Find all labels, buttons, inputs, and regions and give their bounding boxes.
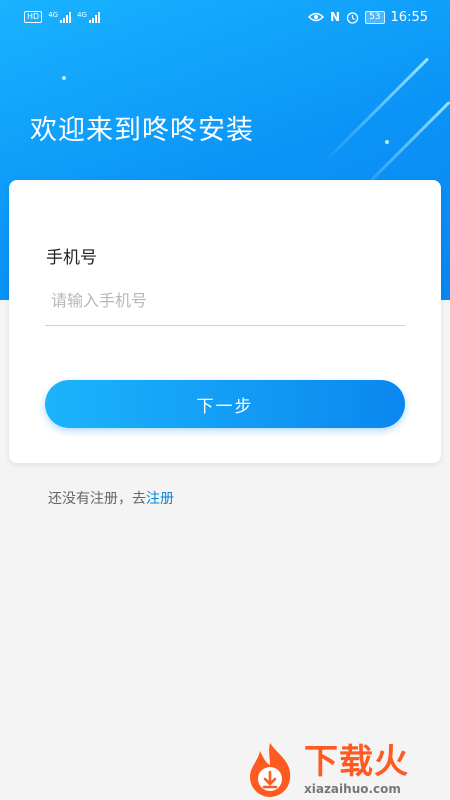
watermark-text-group: 下载火 xiazaihuo.com <box>304 742 409 796</box>
status-bar: HD 4G 4G N 53 16:55 <box>0 0 450 34</box>
register-link[interactable]: 注册 <box>146 491 174 507</box>
watermark-logo: 下载火 xiazaihuo.com <box>240 738 450 800</box>
hd-badge: HD <box>24 11 43 23</box>
network-type-label: 4G <box>48 11 59 19</box>
watermark-subtitle: xiazaihuo.com <box>304 782 401 796</box>
network-type-label: 4G <box>77 11 87 19</box>
hero-decor-streak <box>320 57 430 166</box>
battery-icon: 53 <box>365 10 385 24</box>
status-right-group: N 53 16:55 <box>308 10 428 25</box>
signal-icon: 4G <box>48 11 72 23</box>
nfc-icon: N <box>330 10 341 24</box>
phone-label: 手机号 <box>46 248 97 268</box>
status-left-group: HD 4G 4G <box>24 11 100 23</box>
welcome-title: 欢迎来到咚咚安装 <box>30 115 254 146</box>
eye-icon <box>308 12 325 22</box>
hero-decor-dot <box>62 76 66 80</box>
watermark-title: 下载火 <box>304 742 409 782</box>
signal-icon: 4G <box>77 11 100 23</box>
status-time: 16:55 <box>390 9 428 25</box>
phone-input[interactable] <box>45 276 405 326</box>
flame-logo-icon <box>240 739 300 799</box>
alarm-icon <box>346 11 359 24</box>
hero-decor-dot <box>385 140 389 144</box>
register-prompt: 还没有注册，去注册 <box>48 488 174 508</box>
register-prompt-text: 还没有注册，去 <box>48 491 146 507</box>
login-card: 手机号 下一步 <box>9 180 441 463</box>
next-button[interactable]: 下一步 <box>45 380 405 428</box>
